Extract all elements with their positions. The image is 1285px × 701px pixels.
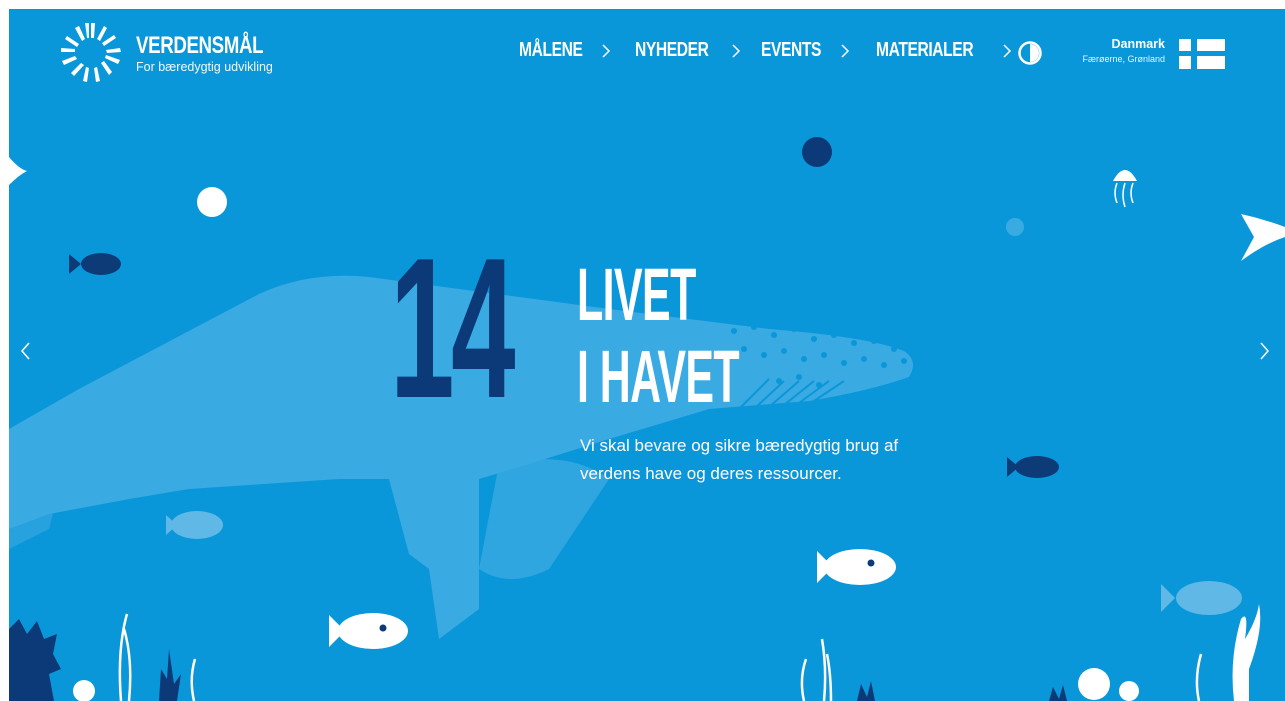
coral <box>73 604 1261 701</box>
goal-title-line: I HAVET <box>577 335 740 418</box>
logo-tagline: For bæredygtig udvikling <box>136 59 273 74</box>
region-sub: Færøerne, Grønland <box>1082 54 1165 64</box>
nav-item-materialer[interactable]: MATERIALER <box>876 39 1015 62</box>
nav-item-nyheder[interactable]: NYHEDER <box>635 39 744 62</box>
nordic-cross-flag-icon[interactable] <box>1179 39 1225 69</box>
site-logo[interactable]: VERDENSMÅL For bæredygtig udvikling <box>59 21 299 85</box>
nav-label: EVENTS <box>761 39 822 61</box>
bubble <box>1006 218 1024 236</box>
nav-label: MÅLENE <box>519 39 583 61</box>
contrast-toggle-icon[interactable] <box>1017 40 1043 66</box>
bubble <box>802 137 832 167</box>
fish-icon <box>166 511 1242 615</box>
chevron-right-icon <box>732 43 741 58</box>
chevron-right-icon <box>602 43 611 58</box>
nav-label: NYHEDER <box>635 39 709 61</box>
hero-slide: VERDENSMÅL For bæredygtig udvikling MÅLE… <box>9 9 1285 701</box>
goal-title-line: LIVET <box>577 253 696 336</box>
jellyfish-icon <box>1113 170 1137 208</box>
coral-dark <box>9 619 1067 701</box>
chevron-right-icon[interactable] <box>1252 339 1276 363</box>
chevron-left-icon[interactable] <box>14 339 38 363</box>
nav-item-events[interactable]: EVENTS <box>761 39 853 62</box>
region-selector[interactable]: Danmark Færøerne, Grønland <box>1069 37 1165 66</box>
logo-name: VERDENSMÅL <box>136 31 264 59</box>
nav-item-malene[interactable]: MÅLENE <box>519 39 614 62</box>
goal-number: 14 <box>390 217 516 440</box>
seaweed <box>118 613 1203 701</box>
bubble <box>197 187 227 217</box>
region-name: Danmark <box>1111 37 1166 51</box>
sdg-wheel-icon <box>61 23 121 82</box>
chevron-right-icon <box>1003 43 1011 58</box>
nav-label: MATERIALER <box>876 39 974 61</box>
goal-description: Vi skal bevare og sikre bæredygtig brug … <box>580 436 899 483</box>
chevron-right-icon <box>841 43 850 58</box>
goal-title: LIVET I HAVET <box>577 253 740 418</box>
